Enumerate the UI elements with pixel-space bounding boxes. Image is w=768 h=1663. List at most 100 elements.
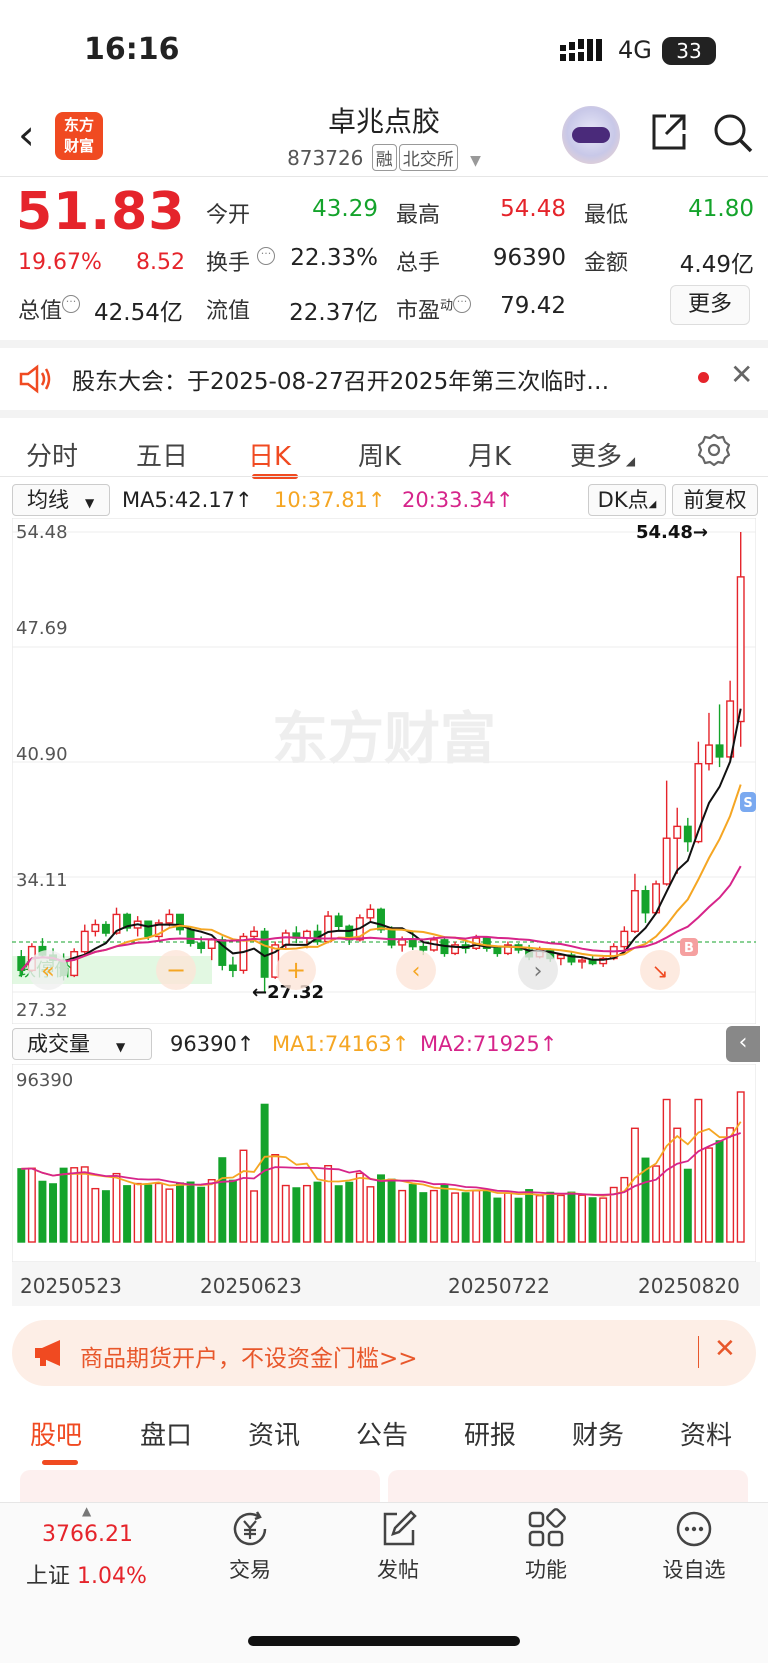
volume-bar [59, 1167, 68, 1243]
info-icon[interactable]: ··· [453, 295, 472, 313]
candle [91, 923, 100, 933]
ma-dropdown[interactable]: 均线 ▼ [12, 484, 110, 516]
promo-text: 商品期货开户，不设资金门槛>> [80, 1346, 418, 1372]
volume-bar [49, 1183, 58, 1243]
tab-guba[interactable]: 股吧 [30, 1415, 82, 1452]
tab-minute[interactable]: 分时 [26, 436, 78, 473]
signal-icon [560, 39, 602, 61]
volume-bar [334, 1185, 343, 1243]
high-marker: 54.48→ [636, 522, 708, 543]
chevron-down-icon[interactable]: ▼ [470, 153, 481, 169]
volume-bar [387, 1178, 396, 1243]
tab-five-day[interactable]: 五日 [136, 436, 188, 473]
date-label: 20250523 [20, 1274, 122, 1298]
volume-bar [239, 1149, 248, 1243]
open-value: 43.29 [312, 196, 378, 222]
search-icon[interactable] [712, 112, 754, 154]
more-button[interactable]: 更多 [670, 285, 750, 325]
share-icon[interactable] [648, 112, 688, 152]
amount-label: 金额 [584, 251, 629, 276]
amount-value: 4.49亿 [679, 252, 754, 278]
volume-bar [345, 1181, 354, 1243]
high-label: 最高 [396, 203, 441, 228]
volume-label: 总手 [396, 251, 441, 276]
axis-label-3: 40.90 [16, 744, 68, 765]
volume-bar [482, 1189, 491, 1243]
volume-bar [38, 1180, 47, 1243]
notice-bar[interactable]: 股东大会：于2025-08-27召开2025年第三次临时… ✕ [0, 348, 768, 410]
volume-bar [133, 1182, 142, 1243]
promo-banner[interactable]: 商品期货开户，不设资金门槛>> ✕ [12, 1320, 756, 1386]
robot-avatar-icon[interactable] [562, 106, 620, 164]
pe-label: 市盈动 ··· [396, 293, 472, 325]
svg-text:‹: ‹ [412, 959, 421, 984]
candle [186, 928, 195, 944]
volume-indicator-row: 成交量 ▼ 96390↑ MA1:74163↑ MA2:71925↑ ‹ [12, 1026, 760, 1064]
date-label: 20250820 [638, 1274, 740, 1298]
svg-text:+: + [286, 956, 306, 984]
candle [334, 915, 343, 927]
tab-news[interactable]: 资讯 [248, 1415, 300, 1452]
volume-bar [599, 1197, 608, 1243]
close-icon[interactable]: ✕ [714, 1334, 736, 1364]
candle [176, 913, 184, 931]
volume-bar [419, 1192, 428, 1243]
nav-trade[interactable]: 交易 [190, 1508, 310, 1584]
sell-signal-icon[interactable]: S [740, 792, 756, 812]
mktcap-label: 总值 ··· [18, 293, 81, 325]
tab-finance[interactable]: 财务 [572, 1415, 624, 1452]
tab-daily-k[interactable]: 日K [248, 436, 291, 473]
tab-handicap[interactable]: 盘口 [140, 1415, 192, 1452]
candle [630, 890, 639, 933]
zoom-out-icon[interactable]: − [156, 950, 196, 990]
volume-chart[interactable]: 96390 [12, 1064, 756, 1262]
scroll-left-icon[interactable]: « [28, 950, 68, 990]
dk-dropdown[interactable]: DK点◢ [588, 484, 666, 516]
scroll-prev-icon[interactable]: ‹ [396, 950, 436, 990]
volume-bar [324, 1165, 333, 1243]
collapse-icon[interactable]: ‹ [726, 1026, 760, 1062]
scroll-end-icon[interactable]: ↘ [640, 950, 680, 990]
nav-functions[interactable]: 功能 [486, 1508, 606, 1584]
volume-bar [398, 1189, 407, 1243]
close-icon[interactable]: ✕ [730, 358, 753, 391]
axis-label-bottom: 27.32 [16, 1000, 68, 1021]
tab-announcement[interactable]: 公告 [356, 1415, 408, 1452]
scroll-next-icon[interactable]: › [518, 950, 558, 990]
stock-code: 873726 [287, 146, 364, 170]
volume-bar [228, 1179, 237, 1243]
volume-bar [91, 1187, 100, 1243]
candle [704, 744, 713, 765]
candle [70, 950, 79, 977]
tab-weekly-k[interactable]: 周K [358, 436, 401, 473]
zoom-in-icon[interactable]: + [276, 950, 316, 990]
info-icon[interactable]: ··· [257, 247, 276, 265]
volume-dropdown[interactable]: 成交量 ▼ [12, 1028, 152, 1060]
adjust-dropdown[interactable]: 前复权 [672, 484, 758, 516]
tab-more[interactable]: 更多 ◢ [570, 436, 635, 473]
candle [366, 908, 375, 919]
candlestick-chart[interactable]: 东方财富 跌停价： 54.48 47.69 40.90 34.11 27.32 … [12, 518, 756, 1024]
svg-text:B: B [684, 941, 694, 956]
candle [281, 932, 290, 946]
candle [377, 908, 385, 931]
volume-bar [186, 1181, 195, 1243]
nav-add-watchlist[interactable]: 设自选 [634, 1508, 754, 1584]
info-icon[interactable]: ··· [62, 295, 81, 313]
volume-bar [165, 1188, 174, 1243]
candle [620, 930, 629, 948]
buy-signal-icon[interactable]: B [680, 938, 698, 956]
grid-icon [528, 1508, 566, 1547]
volume-bar [197, 1186, 206, 1243]
nav-post[interactable]: 发帖 [338, 1508, 458, 1584]
svg-text:S: S [743, 796, 752, 811]
volume-bar [451, 1192, 460, 1243]
vol-ma2: MA2:71925↑ [420, 1032, 558, 1056]
turnover-value: 22.33% [290, 245, 378, 271]
tab-profile[interactable]: 资料 [680, 1415, 732, 1452]
tab-research[interactable]: 研报 [464, 1415, 516, 1452]
gear-icon[interactable] [696, 432, 732, 468]
index-value[interactable]: 3766.21 [42, 1522, 133, 1547]
tab-monthly-k[interactable]: 月K [468, 436, 511, 473]
index-name[interactable]: 上证 1.04% [26, 1558, 147, 1590]
